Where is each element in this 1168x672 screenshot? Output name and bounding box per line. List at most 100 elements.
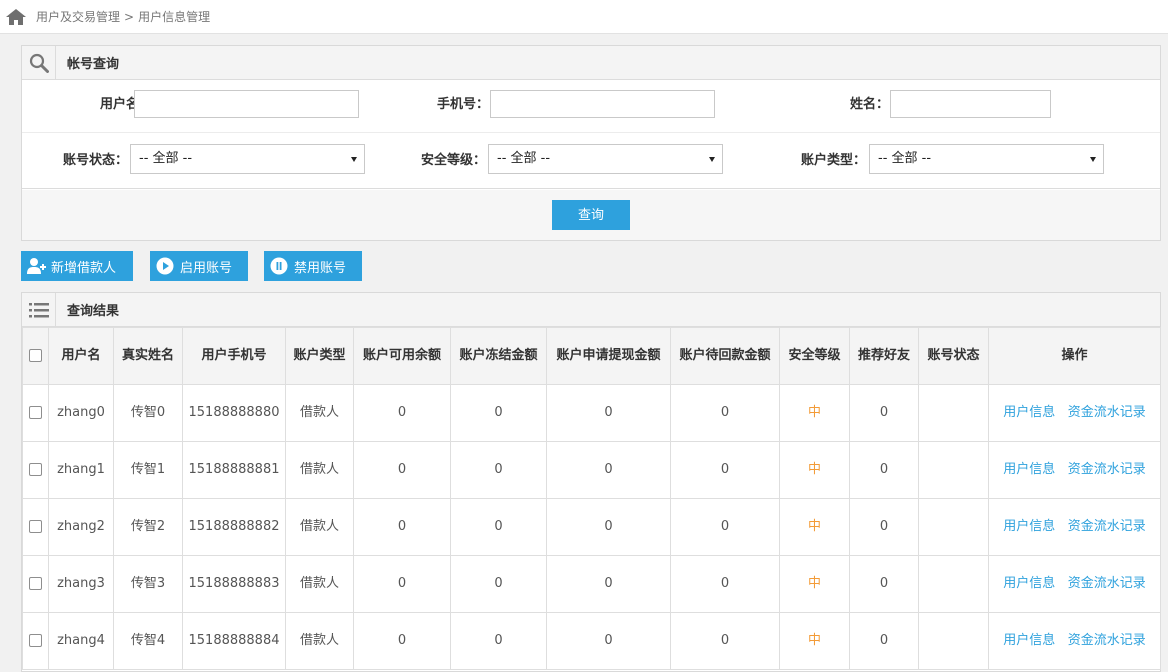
cell-real-name: 传智1	[113, 441, 183, 499]
add-borrower-button[interactable]: 新增借款人	[21, 251, 133, 281]
header-account-type[interactable]: 账户类型	[285, 327, 354, 385]
fund-flow-link[interactable]: 资金流水记录	[1068, 633, 1146, 648]
breadcrumb-section[interactable]: 用户及交易管理	[36, 8, 120, 25]
header-real-name[interactable]: 真实姓名	[113, 327, 183, 385]
table-row: zhang1 传智1 15188888881 借款人 0 0 0 0 中 0 用…	[22, 441, 1161, 499]
cell-withdraw-amount: 0	[546, 555, 671, 613]
row-checkbox[interactable]	[29, 577, 42, 590]
account-status-select[interactable]: -- 全部 --	[130, 144, 365, 174]
cell-account-type: 借款人	[285, 441, 354, 499]
list-icon	[22, 292, 56, 327]
user-info-link[interactable]: 用户信息	[1003, 519, 1055, 534]
breadcrumb-page: 用户信息管理	[138, 10, 211, 24]
row-checkbox-cell	[22, 612, 49, 670]
cell-account-type: 借款人	[285, 384, 354, 442]
cell-withdraw-amount: 0	[546, 498, 671, 556]
cell-account-status	[918, 498, 989, 556]
pause-icon	[264, 251, 294, 281]
cell-security-level: 中	[779, 555, 850, 613]
query-button[interactable]: 查询	[552, 200, 630, 230]
row-checkbox[interactable]	[29, 463, 42, 476]
search-panel-title: 帐号查询	[67, 57, 120, 72]
cell-phone: 15188888883	[182, 555, 286, 613]
header-username[interactable]: 用户名	[48, 327, 114, 385]
row-checkbox[interactable]	[29, 406, 42, 419]
row-checkbox-cell	[22, 555, 49, 613]
security-level-select[interactable]: -- 全部 --	[488, 144, 723, 174]
cell-withdraw-amount: 0	[546, 384, 671, 442]
fund-flow-link[interactable]: 资金流水记录	[1068, 519, 1146, 534]
cell-phone: 15188888881	[182, 441, 286, 499]
cell-account-status	[918, 441, 989, 499]
cell-username: zhang2	[48, 498, 114, 556]
header-withdraw-amount[interactable]: 账户申请提现金额	[546, 327, 671, 385]
user-info-link[interactable]: 用户信息	[1003, 462, 1055, 477]
header-phone[interactable]: 用户手机号	[182, 327, 286, 385]
cell-operations: 用户信息 资金流水记录	[988, 612, 1161, 670]
select-all-checkbox[interactable]	[29, 349, 42, 362]
cell-username: zhang1	[48, 441, 114, 499]
home-icon[interactable]	[6, 8, 26, 25]
cell-available-balance: 0	[353, 498, 451, 556]
phone-input[interactable]	[490, 90, 715, 118]
cell-available-balance: 0	[353, 384, 451, 442]
cell-real-name: 传智3	[113, 555, 183, 613]
fund-flow-link[interactable]: 资金流水记录	[1068, 462, 1146, 477]
results-table: 用户名 真实姓名 用户手机号 账户类型 账户可用余额 账户冻结金额 账户申请提现…	[22, 327, 1161, 670]
cell-available-balance: 0	[353, 441, 451, 499]
account-type-label: 账户类型：	[800, 153, 866, 168]
table-row: zhang3 传智3 15188888883 借款人 0 0 0 0 中 0 用…	[22, 555, 1161, 613]
cell-frozen-amount: 0	[450, 555, 547, 613]
cell-operations: 用户信息 资金流水记录	[988, 384, 1161, 442]
name-label: 姓名：	[849, 97, 889, 112]
security-level-label: 安全等级：	[420, 153, 486, 168]
cell-referrals: 0	[849, 555, 919, 613]
name-input[interactable]	[890, 90, 1051, 118]
cell-security-level: 中	[779, 498, 850, 556]
search-row-2: 账号状态： -- 全部 -- 安全等级： -- 全部 -- 账户类型： -- 全…	[22, 134, 1160, 189]
header-security-level[interactable]: 安全等级	[779, 327, 850, 385]
cell-operations: 用户信息 资金流水记录	[988, 498, 1161, 556]
header-available-balance[interactable]: 账户可用余额	[353, 327, 451, 385]
header-pending-amount[interactable]: 账户待回款金额	[670, 327, 780, 385]
fund-flow-link[interactable]: 资金流水记录	[1068, 405, 1146, 420]
disable-account-button[interactable]: 禁用账号	[264, 251, 362, 281]
user-info-link[interactable]: 用户信息	[1003, 576, 1055, 591]
cell-available-balance: 0	[353, 612, 451, 670]
table-row: zhang2 传智2 15188888882 借款人 0 0 0 0 中 0 用…	[22, 498, 1161, 556]
header-referrals[interactable]: 推荐好友	[849, 327, 919, 385]
header-account-status[interactable]: 账号状态	[918, 327, 989, 385]
cell-referrals: 0	[849, 498, 919, 556]
cell-account-type: 借款人	[285, 498, 354, 556]
fund-flow-link[interactable]: 资金流水记录	[1068, 576, 1146, 591]
chevron-down-icon	[709, 157, 715, 162]
cell-referrals: 0	[849, 384, 919, 442]
row-checkbox-cell	[22, 441, 49, 499]
cell-phone: 15188888880	[182, 384, 286, 442]
security-level-value: -- 全部 --	[497, 151, 551, 166]
cell-account-type: 借款人	[285, 612, 354, 670]
cell-security-level: 中	[779, 441, 850, 499]
user-info-link[interactable]: 用户信息	[1003, 405, 1055, 420]
cell-account-status	[918, 612, 989, 670]
select-all-cell	[22, 327, 49, 385]
add-user-icon	[21, 251, 51, 281]
results-panel: 查询结果 用户名 真实姓名 用户手机号 账户类型 账户可用余额 账户冻结金额 账…	[21, 292, 1161, 672]
row-checkbox[interactable]	[29, 520, 42, 533]
account-status-label: 账号状态：	[62, 153, 128, 168]
user-info-link[interactable]: 用户信息	[1003, 633, 1055, 648]
header-operations: 操作	[988, 327, 1161, 385]
cell-pending-amount: 0	[670, 384, 780, 442]
enable-account-button[interactable]: 启用账号	[150, 251, 248, 281]
cell-withdraw-amount: 0	[546, 612, 671, 670]
username-input[interactable]	[134, 90, 359, 118]
cell-username: zhang3	[48, 555, 114, 613]
header-frozen-amount[interactable]: 账户冻结金额	[450, 327, 547, 385]
account-type-select[interactable]: -- 全部 --	[869, 144, 1104, 174]
row-checkbox[interactable]	[29, 634, 42, 647]
results-panel-header: 查询结果	[22, 292, 1160, 327]
phone-label: 手机号：	[436, 97, 489, 112]
chevron-down-icon	[1090, 157, 1096, 162]
breadcrumb-separator: >	[124, 9, 135, 24]
cell-account-status	[918, 384, 989, 442]
